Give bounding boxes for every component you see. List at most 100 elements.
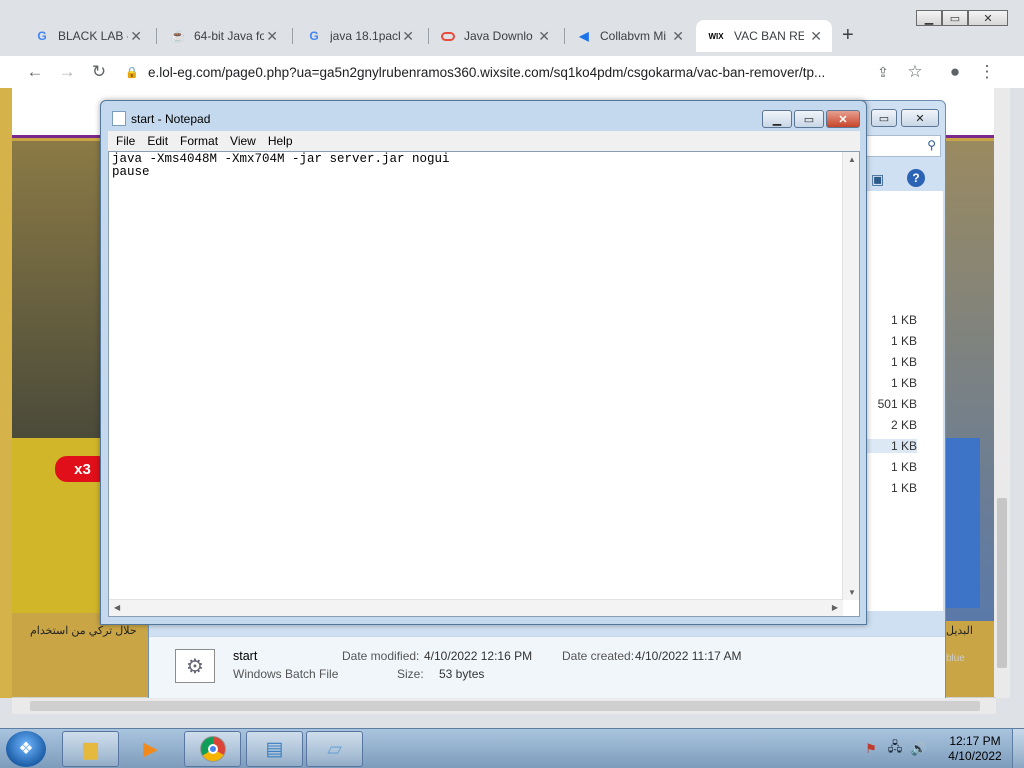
close-icon[interactable]: ✕ <box>538 28 550 45</box>
page-vertical-scrollbar[interactable] <box>994 88 1010 698</box>
scroll-left-arrow-icon[interactable]: ◀ <box>114 603 120 612</box>
editor-horizontal-scrollbar[interactable]: ◀ ▶ <box>109 599 843 616</box>
explorer-close-button[interactable]: ✕ <box>901 109 939 127</box>
close-button[interactable]: ✕ <box>968 10 1008 26</box>
menu-file[interactable]: File <box>116 134 135 148</box>
volume-icon[interactable]: 🔊 <box>910 740 928 758</box>
file-size-selected: 1 KB <box>867 439 917 453</box>
menu-format[interactable]: Format <box>180 134 218 148</box>
media-player-icon: ▶ <box>143 738 158 760</box>
folder-icon: ▆ <box>83 738 98 760</box>
minimize-button[interactable]: ▁ <box>916 10 942 26</box>
file-size: 1 KB <box>890 460 917 474</box>
network-icon[interactable]: 🖧 <box>886 739 904 758</box>
tab-separator <box>564 28 565 44</box>
taskbar-media-player[interactable]: ▶ <box>122 731 179 767</box>
picture-icon: ▤ <box>265 738 284 760</box>
forward-icon[interactable]: → <box>56 61 78 83</box>
tab-64bit-java[interactable]: ☕ 64-bit Java fo ✕ <box>160 20 288 52</box>
maximize-button[interactable]: ▭ <box>942 10 968 26</box>
menu-view[interactable]: View <box>230 134 256 148</box>
scroll-up-arrow-icon[interactable]: ▲ <box>848 155 856 164</box>
taskbar-picture-viewer[interactable]: ▤ <box>246 731 303 767</box>
profile-avatar-icon[interactable]: ● <box>944 61 966 83</box>
address-bar[interactable]: 🔒 e.lol-eg.com/page0.php?ua=ga5n2gnylrub… <box>118 59 938 85</box>
clock-time: 12:17 PM <box>949 734 1001 748</box>
oracle-icon <box>440 28 456 44</box>
file-size: 1 KB <box>890 355 917 369</box>
scroll-thumb[interactable] <box>30 701 980 711</box>
show-desktop-button[interactable] <box>1012 729 1024 768</box>
close-icon[interactable]: ✕ <box>402 28 414 45</box>
close-icon[interactable]: ✕ <box>672 28 684 45</box>
taskbar-explorer[interactable]: ▆ <box>62 731 119 767</box>
tab-java-pack[interactable]: G java 18.1pack ✕ <box>296 20 424 52</box>
clock-date: 4/10/2022 <box>948 749 1002 763</box>
tab-title: BLACK LAB - <box>58 29 128 43</box>
help-icon[interactable]: ? <box>907 169 925 187</box>
editor-vertical-scrollbar[interactable]: ▲ ▼ <box>842 152 859 600</box>
file-size: 1 KB <box>890 376 917 390</box>
system-tray: ⚑ 🖧 🔊 <box>862 733 934 765</box>
window-title: start - Notepad <box>131 112 211 126</box>
close-icon[interactable]: ✕ <box>810 28 822 45</box>
arabic-caption-left: حلال تركي من استخدام <box>30 625 137 637</box>
maximize-button[interactable]: ▭ <box>794 110 824 128</box>
notepad-icon <box>112 111 126 126</box>
close-icon[interactable]: ✕ <box>130 28 142 45</box>
tab-title: VAC BAN REI <box>734 29 804 43</box>
tab-strip: G BLACK LAB - ✕ ☕ 64-bit Java fo ✕ G jav… <box>0 0 1024 56</box>
page-horizontal-scrollbar[interactable] <box>12 697 996 714</box>
scroll-down-arrow-icon[interactable]: ▼ <box>848 588 856 597</box>
share-icon[interactable]: ⇪ <box>872 61 894 83</box>
preview-pane-icon[interactable]: ▣ <box>871 171 884 188</box>
java-icon: ☕ <box>170 29 186 43</box>
tab-collabvm[interactable]: ◀ Collabvm Mi ✕ <box>566 20 694 52</box>
text-editor[interactable]: java -Xms4048M -Xmx704M -jar server.jar … <box>108 151 860 617</box>
details-pane: ⚙ start Windows Batch File Date modified… <box>149 636 945 698</box>
reload-icon[interactable]: ↻ <box>88 61 110 83</box>
tab-separator <box>156 28 157 44</box>
tab-title: 64-bit Java fo <box>194 29 264 43</box>
bookmark-star-icon[interactable]: ☆ <box>904 61 926 83</box>
file-size: 2 KB <box>890 418 917 432</box>
menu-edit[interactable]: Edit <box>147 134 168 148</box>
menu-kebab-icon[interactable]: ⋮ <box>976 61 998 83</box>
tab-title: Collabvm Mi <box>600 29 667 43</box>
close-icon[interactable]: ✕ <box>266 28 278 45</box>
notepad-window: start - Notepad ▁ ▭ ✕ File Edit Format V… <box>100 100 867 625</box>
detail-date-modified-label: Date modified: <box>342 649 420 663</box>
tab-title: Java Downlo <box>464 29 533 43</box>
tab-vac-ban[interactable]: WIX VAC BAN REI ✕ <box>696 20 832 52</box>
browser-toolbar: ← → ↻ 🔒 e.lol-eg.com/page0.php?ua=ga5n2g… <box>0 56 1024 88</box>
tab-title: java 18.1pack <box>330 29 400 43</box>
back-icon[interactable]: ← <box>24 61 46 83</box>
pills-image <box>946 438 980 608</box>
detail-date-modified: 4/10/2022 12:16 PM <box>424 649 533 663</box>
explorer-restore-button[interactable]: ▭ <box>871 109 897 127</box>
blue-caption: blue <box>946 653 965 664</box>
detail-date-created: 4/10/2022 11:17 AM <box>635 649 742 663</box>
close-button[interactable]: ✕ <box>826 110 860 128</box>
windows-logo-icon: ❖ <box>18 739 34 758</box>
scroll-thumb[interactable] <box>997 498 1007 668</box>
explorer-search-box[interactable]: ⚲ <box>863 135 941 157</box>
clock[interactable]: 12:17 PM 4/10/2022 <box>940 734 1010 764</box>
minimize-button[interactable]: ▁ <box>762 110 792 128</box>
tab-java-download[interactable]: Java Downlo ✕ <box>430 20 560 52</box>
taskbar: ❖ ▆ ▶ ▤ ▱ ⚑ 🖧 🔊 12:17 PM 4/10/2022 <box>0 728 1024 768</box>
tab-separator <box>428 28 429 44</box>
taskbar-notepad[interactable]: ▱ <box>306 731 363 767</box>
menu-help[interactable]: Help <box>268 134 293 148</box>
file-size: 1 KB <box>890 334 917 348</box>
action-center-flag-icon[interactable]: ⚑ <box>862 740 880 758</box>
start-button[interactable]: ❖ <box>6 731 46 767</box>
tab-black-lab[interactable]: G BLACK LAB - ✕ <box>24 20 152 52</box>
new-tab-button[interactable]: + <box>842 24 854 47</box>
notepad-icon: ▱ <box>327 738 342 760</box>
file-size: 1 KB <box>890 313 917 327</box>
taskbar-chrome[interactable] <box>184 731 241 767</box>
scroll-right-arrow-icon[interactable]: ▶ <box>832 603 838 612</box>
detail-name: start <box>233 649 258 663</box>
chrome-icon <box>199 736 226 762</box>
